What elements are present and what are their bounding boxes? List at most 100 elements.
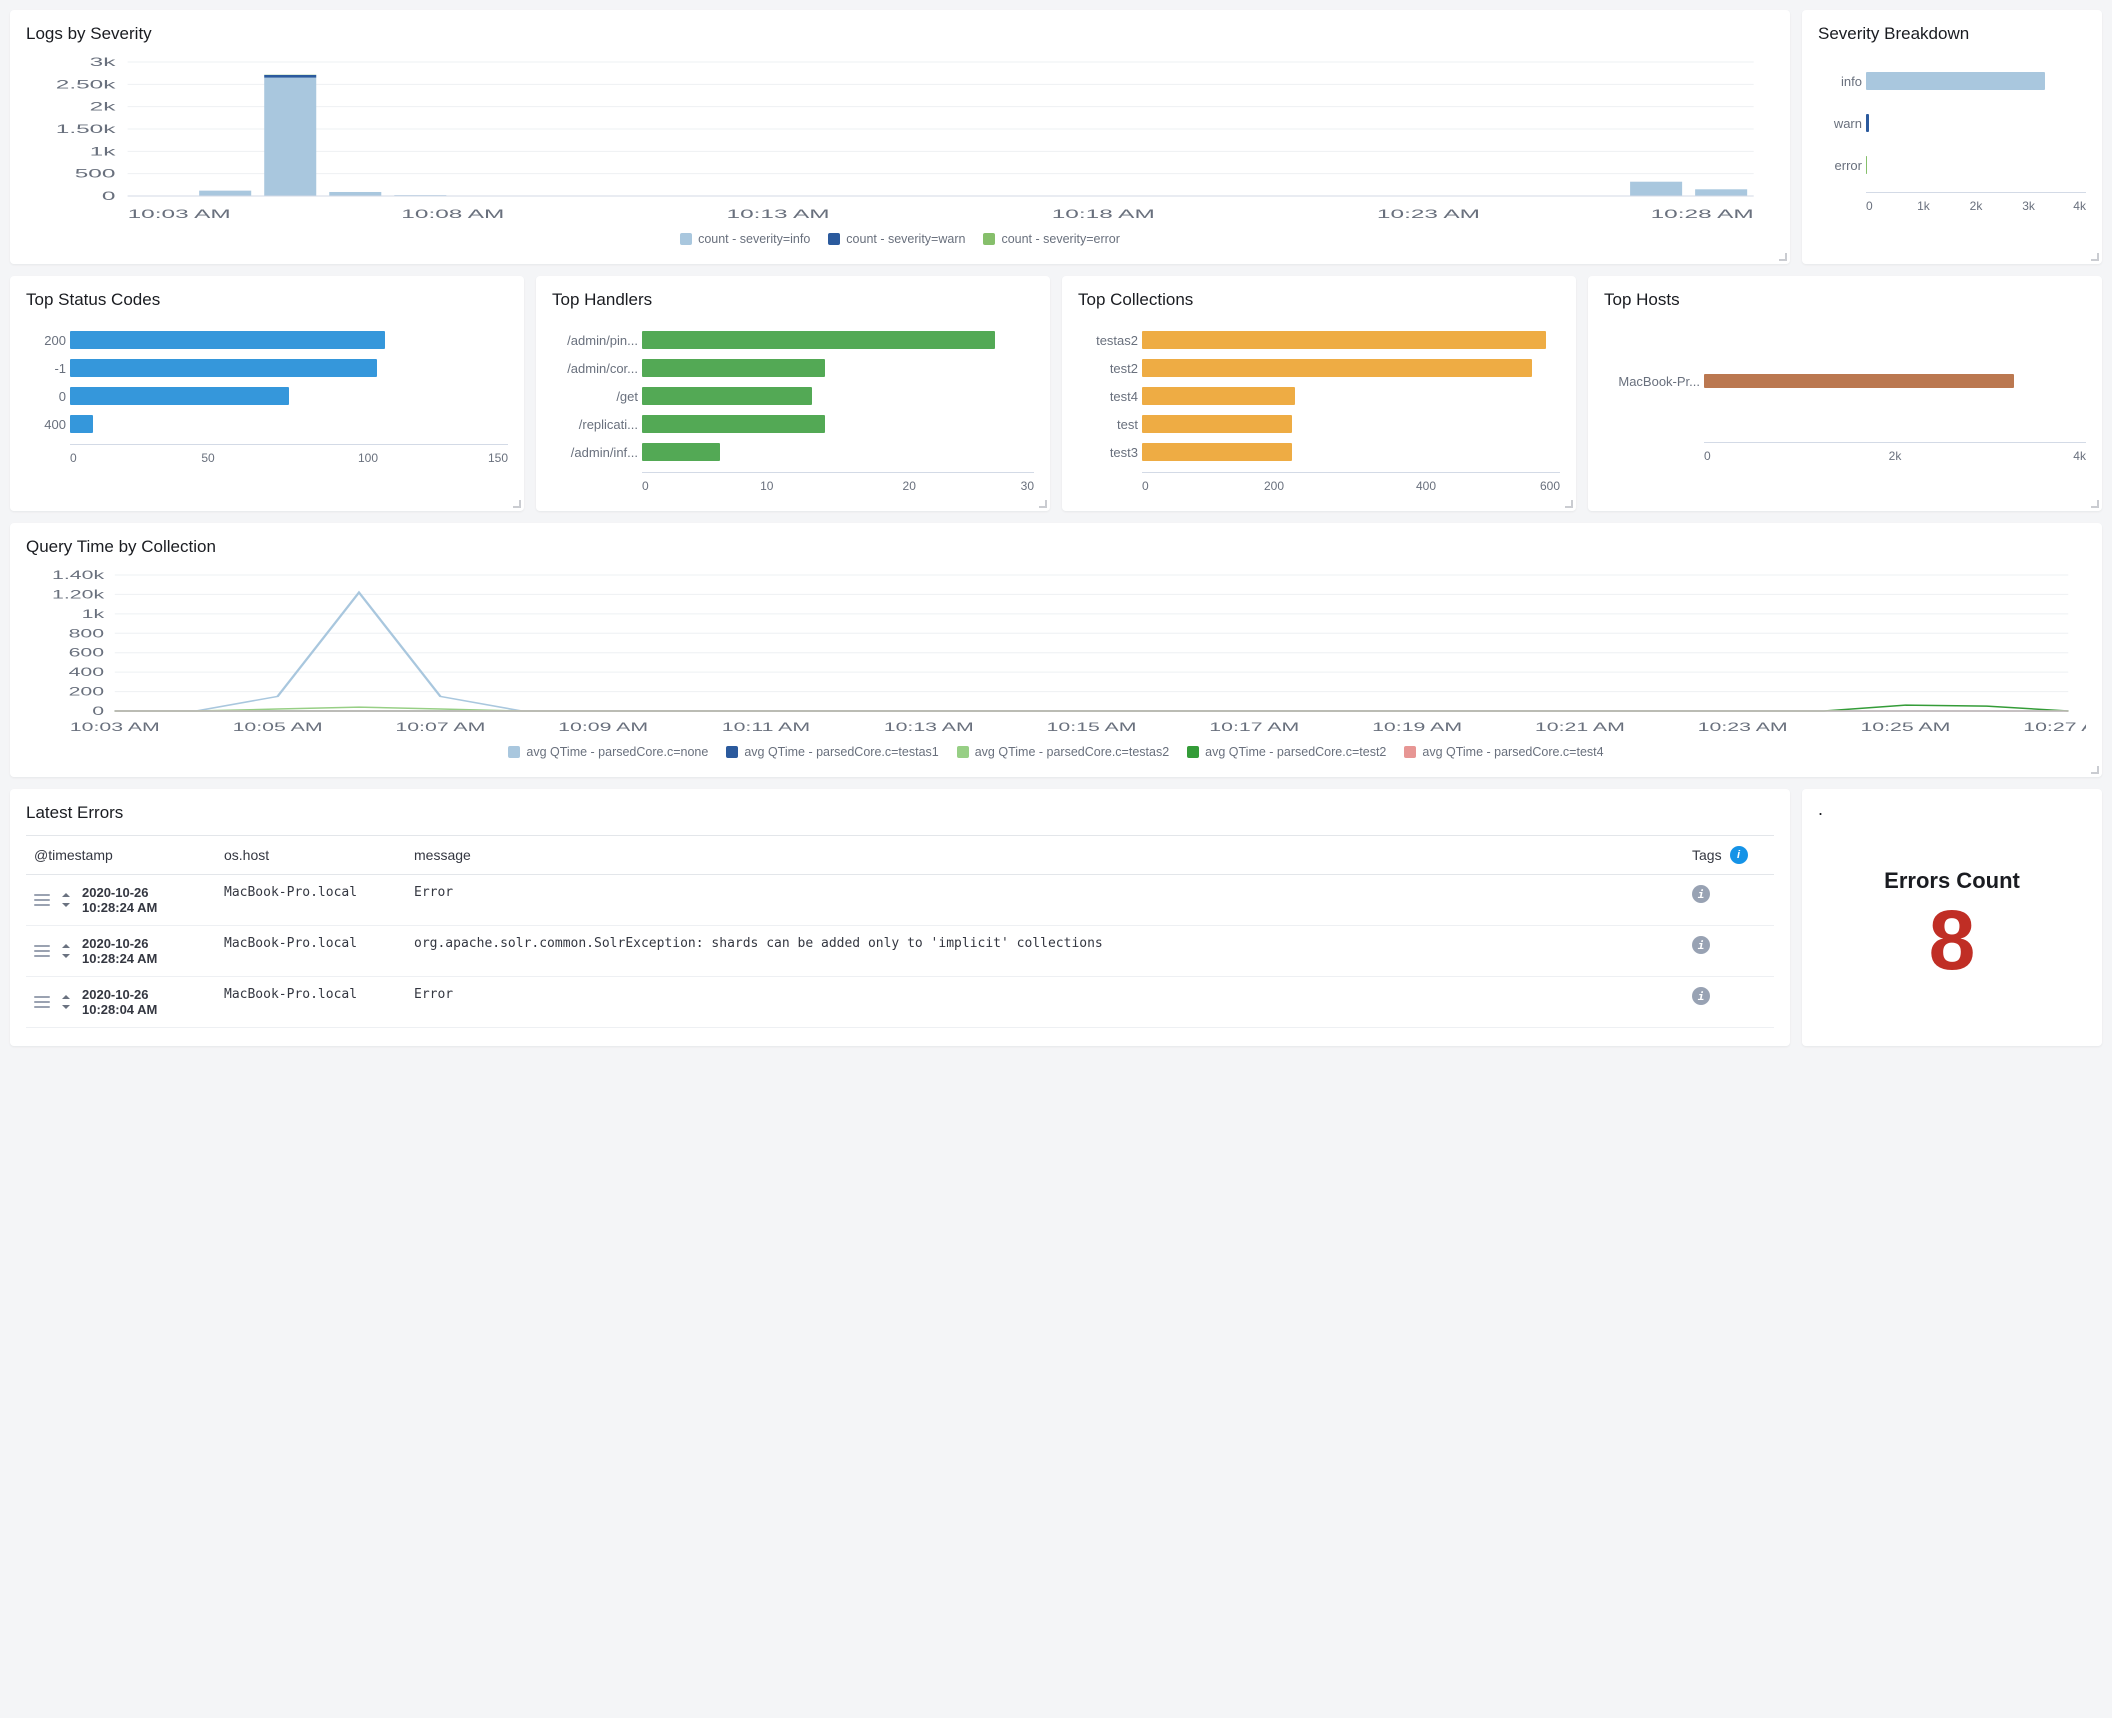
bar-row[interactable]: /admin/cor... (552, 354, 1034, 382)
bar-row[interactable]: /admin/inf... (552, 438, 1034, 466)
legend-item[interactable]: count - severity=info (680, 232, 810, 246)
sort-icon[interactable] (60, 892, 72, 908)
svg-text:10:25 AM: 10:25 AM (1860, 720, 1950, 734)
sort-icon[interactable] (60, 943, 72, 959)
svg-text:2k: 2k (90, 101, 116, 114)
chart-top-collections[interactable]: testas2 test2 test4 test test3 020040060… (1078, 322, 1560, 493)
table-row[interactable]: 2020-10-2610:28:24 AM MacBook-Pro.local … (26, 875, 1774, 926)
col-tags[interactable]: Tags i (1684, 836, 1774, 875)
bar-row[interactable]: error (1818, 144, 2086, 186)
info-icon[interactable]: i (1730, 846, 1748, 864)
panel-logs-by-severity: Logs by Severity 05001k1.50k2k2.50k3k10:… (10, 10, 1790, 264)
svg-text:1k: 1k (90, 145, 116, 158)
resize-handle-icon[interactable] (1778, 252, 1788, 262)
legend-item[interactable]: avg QTime - parsedCore.c=testas1 (726, 745, 938, 759)
resize-handle-icon[interactable] (2090, 499, 2100, 509)
bar-row[interactable]: 400 (26, 410, 508, 438)
svg-text:500: 500 (75, 168, 116, 181)
svg-text:10:08 AM: 10:08 AM (401, 208, 504, 221)
svg-text:10:28 AM: 10:28 AM (1651, 208, 1754, 221)
legend-item[interactable]: count - severity=error (983, 232, 1119, 246)
svg-text:10:23 AM: 10:23 AM (1698, 720, 1788, 734)
svg-text:1.50k: 1.50k (56, 123, 116, 136)
legend-item[interactable]: avg QTime - parsedCore.c=test4 (1404, 745, 1603, 759)
legend-item[interactable]: avg QTime - parsedCore.c=none (508, 745, 708, 759)
svg-text:800: 800 (69, 626, 105, 640)
cell-message: org.apache.solr.common.SolrException: sh… (406, 926, 1684, 977)
svg-text:10:03 AM: 10:03 AM (70, 720, 160, 734)
bar-row[interactable]: test2 (1078, 354, 1560, 382)
bar-row[interactable]: info (1818, 60, 2086, 102)
bar-row[interactable]: 200 (26, 326, 508, 354)
svg-text:10:18 AM: 10:18 AM (1052, 208, 1155, 221)
latest-errors-table: @timestamp os.host message Tags i (26, 835, 1774, 1028)
svg-text:10:21 AM: 10:21 AM (1535, 720, 1625, 734)
legend-item[interactable]: count - severity=warn (828, 232, 965, 246)
col-message[interactable]: message (406, 836, 1684, 875)
panel-title: Top Handlers (552, 290, 1034, 310)
chart-query-time[interactable]: 02004006008001k1.20k1.40k10:03 AM10:05 A… (26, 569, 2086, 739)
svg-text:10:05 AM: 10:05 AM (233, 720, 323, 734)
bar-row[interactable]: /admin/pin... (552, 326, 1034, 354)
bar-row[interactable]: /replicati... (552, 410, 1034, 438)
svg-text:10:07 AM: 10:07 AM (395, 720, 485, 734)
chart-logs-by-severity[interactable]: 05001k1.50k2k2.50k3k10:03 AM10:08 AM10:1… (26, 56, 1774, 226)
col-timestamp[interactable]: @timestamp (26, 836, 216, 875)
menu-icon[interactable] (34, 944, 50, 958)
errors-count-label: Errors Count (1818, 868, 2086, 894)
svg-text:10:15 AM: 10:15 AM (1047, 720, 1137, 734)
bar-row[interactable]: -1 (26, 354, 508, 382)
panel-top-handlers: Top Handlers /admin/pin... /admin/cor...… (536, 276, 1050, 511)
chart-top-status-codes[interactable]: 200 -1 0 400 050100150 (26, 322, 508, 465)
bar-row[interactable]: test3 (1078, 438, 1560, 466)
legend-query-time: avg QTime - parsedCore.c=none avg QTime -… (26, 745, 2086, 759)
sort-icon[interactable] (60, 994, 72, 1010)
table-row[interactable]: 2020-10-2610:28:04 AM MacBook-Pro.local … (26, 977, 1774, 1028)
panel-title: Latest Errors (26, 803, 1774, 823)
panel-latest-errors: Latest Errors @timestamp os.host message… (10, 789, 1790, 1046)
resize-handle-icon[interactable] (1038, 499, 1048, 509)
bar-row[interactable]: MacBook-Pr... (1604, 326, 2086, 436)
svg-text:400: 400 (69, 665, 105, 679)
chart-top-hosts[interactable]: MacBook-Pr... 02k4k (1604, 322, 2086, 463)
panel-title: Top Collections (1078, 290, 1560, 310)
bar-row[interactable]: /get (552, 382, 1034, 410)
svg-text:10:09 AM: 10:09 AM (558, 720, 648, 734)
svg-text:10:19 AM: 10:19 AM (1372, 720, 1462, 734)
errors-count-value: 8 (1818, 894, 2086, 986)
svg-text:1.40k: 1.40k (52, 569, 105, 582)
cell-message: Error (406, 875, 1684, 926)
svg-text:10:11 AM: 10:11 AM (722, 720, 810, 734)
chart-severity-breakdown[interactable]: info warn error 01k2k3k4k (1818, 56, 2086, 213)
svg-text:200: 200 (69, 684, 105, 698)
bar-row[interactable]: test (1078, 410, 1560, 438)
svg-text:10:13 AM: 10:13 AM (727, 208, 830, 221)
cell-tags: i (1684, 875, 1774, 926)
panel-top-hosts: Top Hosts MacBook-Pr... 02k4k (1588, 276, 2102, 511)
menu-icon[interactable] (34, 893, 50, 907)
legend-item[interactable]: avg QTime - parsedCore.c=test2 (1187, 745, 1386, 759)
resize-handle-icon[interactable] (2090, 765, 2100, 775)
svg-text:1k: 1k (82, 607, 105, 621)
svg-text:10:27 AM: 10:27 AM (2023, 720, 2086, 734)
menu-icon[interactable] (34, 995, 50, 1009)
bar-row[interactable]: test4 (1078, 382, 1560, 410)
info-icon[interactable]: i (1692, 885, 1710, 903)
resize-handle-icon[interactable] (2090, 252, 2100, 262)
bar-row[interactable]: warn (1818, 102, 2086, 144)
bar-row[interactable]: testas2 (1078, 326, 1560, 354)
bar-row[interactable]: 0 (26, 382, 508, 410)
resize-handle-icon[interactable] (512, 499, 522, 509)
col-tags-label: Tags (1692, 847, 1722, 863)
svg-text:10:23 AM: 10:23 AM (1377, 208, 1480, 221)
svg-text:10:13 AM: 10:13 AM (884, 720, 974, 734)
info-icon[interactable]: i (1692, 936, 1710, 954)
col-host[interactable]: os.host (216, 836, 406, 875)
panel-dot: . (1818, 799, 2086, 820)
resize-handle-icon[interactable] (1564, 499, 1574, 509)
chart-top-handlers[interactable]: /admin/pin... /admin/cor... /get /replic… (552, 322, 1034, 493)
legend-item[interactable]: avg QTime - parsedCore.c=testas2 (957, 745, 1169, 759)
info-icon[interactable]: i (1692, 987, 1710, 1005)
svg-text:2.50k: 2.50k (56, 78, 116, 91)
table-row[interactable]: 2020-10-2610:28:24 AM MacBook-Pro.local … (26, 926, 1774, 977)
